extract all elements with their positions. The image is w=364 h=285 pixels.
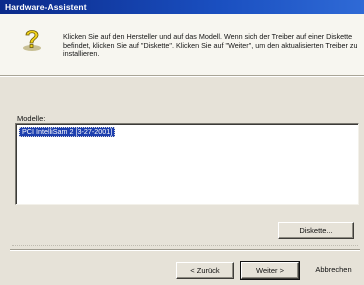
- question-mark-icon: [23, 30, 41, 51]
- diskette-button[interactable]: Diskette...: [278, 222, 354, 239]
- models-label: Modelle:: [17, 114, 46, 123]
- back-button[interactable]: < Zurück: [176, 262, 234, 279]
- hardware-assistant-dialog: Hardware-Assistent Klicken Sie auf den H…: [0, 0, 364, 285]
- header-separator: [0, 76, 364, 77]
- model-list-item[interactable]: PCI IntelliSam 2 [3-27-2001]: [19, 127, 116, 137]
- title-bar[interactable]: Hardware-Assistent: [0, 0, 364, 14]
- footer-dotted-line: [12, 245, 358, 246]
- next-button[interactable]: Weiter >: [240, 261, 300, 280]
- models-listbox[interactable]: PCI IntelliSam 2 [3-27-2001]: [15, 123, 359, 205]
- header-panel: Klicken Sie auf den Hersteller und auf d…: [0, 14, 364, 76]
- cancel-button[interactable]: Abbrechen: [306, 262, 361, 279]
- window-title: Hardware-Assistent: [5, 2, 87, 12]
- instructions-text: Klicken Sie auf den Hersteller und auf d…: [63, 32, 358, 58]
- footer-divider-highlight: [10, 250, 360, 251]
